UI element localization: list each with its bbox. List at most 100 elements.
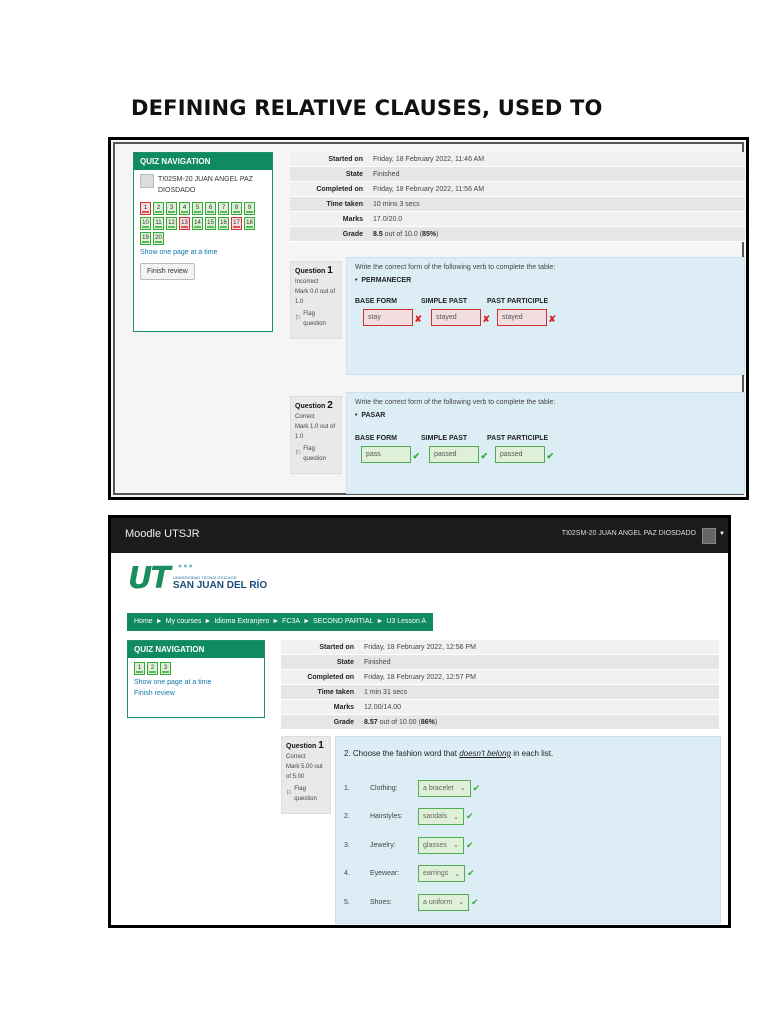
question-nav-button-19[interactable]: 19	[140, 232, 151, 245]
site-brand[interactable]: Moodle UTSJR	[125, 528, 200, 540]
answer-select[interactable]: a bracelet ⌄	[418, 779, 471, 797]
breadcrumb-item[interactable]: FC3A	[282, 618, 300, 625]
summary-key: State	[345, 171, 363, 178]
question-nav-button-7[interactable]: 7	[218, 202, 229, 215]
breadcrumb-item[interactable]: SECOND PARTIAL	[313, 618, 373, 625]
summary-row: Grade 8.57 out of 10.00 (86%)	[281, 715, 719, 730]
finish-review-link[interactable]: Finish review	[128, 688, 264, 699]
question-nav-button-14[interactable]: 14	[192, 217, 203, 230]
question-1-content: 2. Choose the fashion word that doesn't …	[335, 736, 721, 924]
summary-value: Friday, 18 February 2022, 11:46 AM	[373, 156, 485, 163]
answer-past-participle[interactable]: passed ✔	[495, 446, 554, 463]
summary-row: Marks 12.00/14.00	[281, 700, 719, 715]
question-1-mark: Mark 5.00 out of 5.00	[286, 764, 323, 780]
summary-value: 17.0/20.0	[373, 216, 403, 223]
question-1-number: Question 1	[286, 740, 324, 751]
item-number: 3.	[344, 841, 350, 849]
answer-select[interactable]: glasses ⌄	[418, 836, 464, 854]
answer-base-form[interactable]: stay ✘	[363, 309, 422, 326]
answer-select[interactable]: earrings ⌄	[418, 865, 466, 883]
question-nav-button-4[interactable]: 4	[179, 202, 190, 215]
question-nav-button-16[interactable]: 16	[218, 217, 229, 230]
question-nav-button-3[interactable]: 3	[166, 202, 177, 215]
item-number: 1.	[344, 784, 350, 792]
finish-review-button[interactable]: Finish review	[140, 263, 195, 280]
question-nav-button-20[interactable]: 20	[153, 232, 164, 245]
summary-key: State	[336, 659, 354, 666]
document-title: DEFINING RELATIVE CLAUSES, USED TO	[131, 96, 603, 120]
attempt-summary-table: Started on Friday, 18 February 2022, 12:5…	[281, 640, 719, 730]
breadcrumb-item[interactable]: My courses	[166, 618, 202, 625]
flag-question-2[interactable]: ⚐ Flag question	[295, 444, 337, 464]
summary-row: Grade 8.5 out of 10.0 (85%)	[290, 227, 745, 242]
summary-row: Started on Friday, 18 February 2022, 11:4…	[290, 152, 745, 167]
summary-key: Started on	[328, 156, 363, 163]
answer-past-participle[interactable]: stayed ✘	[497, 309, 556, 326]
question-nav-button-9[interactable]: 9	[244, 202, 255, 215]
question-nav-button-5[interactable]: 5	[192, 202, 203, 215]
answer-select[interactable]: sandals ⌄	[418, 808, 465, 826]
question-nav-button-12[interactable]: 12	[166, 217, 177, 230]
incorrect-icon: ✘	[482, 314, 490, 324]
question-nav-button-6[interactable]: 6	[205, 202, 216, 215]
answer-select[interactable]: a uniform ⌄	[418, 893, 470, 911]
show-one-page-link[interactable]: Show one page at a time	[134, 247, 272, 258]
breadcrumb-separator-icon: ►	[272, 618, 280, 625]
question-nav-button-1[interactable]: 1	[134, 662, 145, 675]
user-menu-name[interactable]: TI02SM-20 JUAN ANGEL PAZ DIOSDADO	[562, 530, 696, 537]
moodle-top-bar: Moodle UTSJR TI02SM-20 JUAN ANGEL PAZ DI…	[111, 518, 728, 553]
question-nav-button-2[interactable]: 2	[147, 662, 158, 675]
question-1-number: Question 1	[295, 265, 333, 276]
summary-key: Time taken	[326, 201, 363, 208]
question-nav-button-2[interactable]: 2	[153, 202, 164, 215]
answer-base-form[interactable]: pass ✔	[361, 446, 420, 463]
list-item: 3. Jewelry: glasses ⌄ ✔	[344, 831, 712, 860]
summary-value: 8.5 out of 10.0 (85%)	[373, 231, 439, 238]
list-item: 1. Clothing: a bracelet ⌄ ✔	[344, 774, 712, 803]
question-nav-button-17[interactable]: 17	[231, 217, 242, 230]
screenshot-quiz-review-2: Moodle UTSJR TI02SM-20 JUAN ANGEL PAZ DI…	[108, 515, 731, 928]
col-base-form: BASE FORM	[355, 298, 397, 305]
avatar[interactable]	[702, 528, 716, 544]
attempt-summary-table: Started on Friday, 18 February 2022, 11:4…	[290, 152, 745, 242]
question-grid: 1 2 3 4 5 6 7 8 9 10 11 12 13 14 15 16 17 18 19 20	[134, 200, 272, 247]
flag-icon: ⚐	[295, 315, 302, 322]
answer-simple-past[interactable]: stayed ✘	[431, 309, 490, 326]
screenshot-inner-frame: QUIZ NAVIGATION TI02SM-20 JUAN ANGEL PAZ…	[113, 142, 745, 495]
summary-row: State Finished	[290, 167, 745, 182]
question-nav-button-10[interactable]: 10	[140, 217, 151, 230]
flag-question-1[interactable]: ⚐ Flag question	[286, 784, 326, 804]
breadcrumb-item[interactable]: U3 Lesson A	[386, 618, 426, 625]
screenshot-quiz-review-1: QUIZ NAVIGATION TI02SM-20 JUAN ANGEL PAZ…	[108, 137, 749, 500]
answer-simple-past[interactable]: passed ✔	[429, 446, 488, 463]
breadcrumb-item[interactable]: Home	[134, 618, 153, 625]
quiz-navigation-panel: QUIZ NAVIGATION 123 Show one page at a t…	[127, 640, 265, 718]
breadcrumb-item[interactable]: Idioma Extranjero	[214, 618, 269, 625]
show-one-page-link[interactable]: Show one page at a time	[128, 677, 264, 688]
question-nav-button-13[interactable]: 13	[179, 217, 190, 230]
logo-title: SAN JUAN DEL RÍO	[172, 579, 268, 591]
user-info: TI02SM-20 JUAN ANGEL PAZ DIOSDADO	[134, 170, 272, 200]
question-2-prompt: Write the correct form of the following …	[355, 399, 556, 406]
question-nav-button-18[interactable]: 18	[244, 217, 255, 230]
summary-key: Completed on	[316, 186, 363, 193]
question-1-status: Correct	[286, 754, 306, 760]
question-nav-button-8[interactable]: 8	[231, 202, 242, 215]
user-name[interactable]: TI02SM-20 JUAN ANGEL PAZ DIOSDADO	[158, 174, 266, 196]
caret-down-icon[interactable]: ▼	[719, 531, 725, 537]
summary-row: Time taken 1 min 31 secs	[281, 685, 719, 700]
question-nav-button-11[interactable]: 11	[153, 217, 164, 230]
list-item: 4. Eyewear: earrings ⌄ ✔	[344, 860, 712, 889]
item-number: 4.	[344, 870, 350, 878]
list-item: 2. Hairstyles: sandals ⌄ ✔	[344, 803, 712, 832]
question-nav-button-3[interactable]: 3	[160, 662, 171, 675]
question-nav-button-15[interactable]: 15	[205, 217, 216, 230]
logo-dots: ●●●	[178, 563, 194, 570]
summary-value: 12.00/14.00	[364, 704, 401, 711]
summary-value: 10 mins 3 secs	[373, 201, 420, 208]
question-nav-button-1[interactable]: 1	[140, 202, 151, 215]
col-simple-past: SIMPLE PAST	[421, 435, 468, 442]
flag-question-1[interactable]: ⚐ Flag question	[295, 309, 337, 329]
col-base-form: BASE FORM	[355, 435, 397, 442]
summary-row: State Finished	[281, 655, 719, 670]
